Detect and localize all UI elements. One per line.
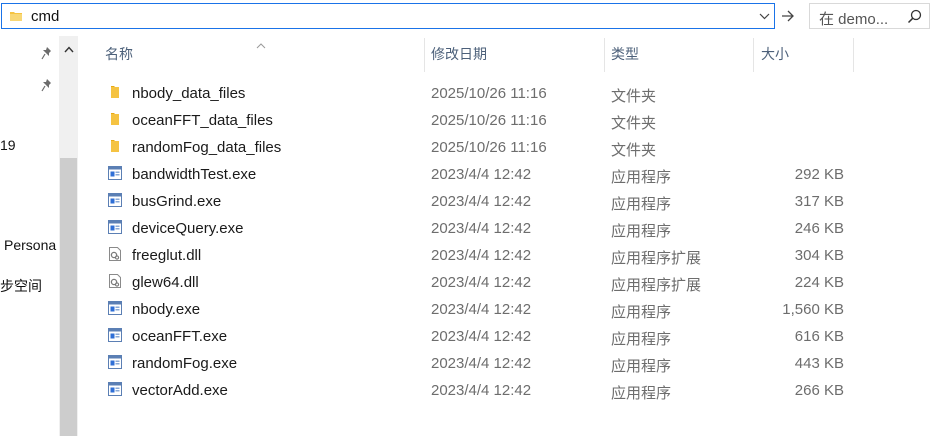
file-size: 317 KB [794, 193, 844, 210]
file-date: 2023/4/4 12:42 [431, 328, 532, 345]
column-header-size[interactable]: 大小 [761, 44, 789, 64]
file-size: 266 KB [794, 382, 844, 399]
exe-icon [107, 354, 123, 375]
file-date: 2023/4/4 12:42 [431, 220, 532, 237]
file-name: busGrind.exe [132, 193, 222, 210]
exe-icon [107, 165, 123, 186]
file-type: 应用程序扩展 [611, 250, 702, 267]
file-type: 应用程序 [611, 196, 672, 213]
scroll-up-button[interactable] [59, 40, 78, 58]
nav-item-partial[interactable]: Persona [4, 237, 56, 253]
exe-icon [107, 381, 123, 402]
file-date: 2023/4/4 12:42 [431, 355, 532, 372]
search-input[interactable]: 在 demo... [819, 8, 888, 29]
file-row[interactable]: oceanFFT_data_files 2025/10/26 11:16 文件夹 [100, 107, 860, 134]
file-row[interactable]: vectorAdd.exe 2023/4/4 12:42 应用程序 266 KB [100, 377, 860, 404]
file-row[interactable]: busGrind.exe 2023/4/4 12:42 应用程序 317 KB [100, 188, 860, 215]
file-row[interactable]: freeglut.dll 2023/4/4 12:42 应用程序扩展 304 K… [100, 242, 860, 269]
exe-icon [107, 300, 123, 321]
arrow-right-icon [782, 10, 794, 22]
file-name: randomFog.exe [132, 355, 238, 372]
file-type: 文件夹 [611, 115, 657, 132]
file-date: 2023/4/4 12:42 [431, 166, 532, 183]
go-button[interactable] [777, 3, 799, 29]
file-name: nbody.exe [132, 301, 201, 318]
file-type: 文件夹 [611, 142, 657, 159]
file-type: 应用程序 [611, 304, 672, 321]
file-date: 2025/10/26 11:16 [431, 139, 547, 156]
file-size: 443 KB [794, 355, 844, 372]
address-bar[interactable]: cmd [1, 3, 775, 29]
file-size: 246 KB [794, 220, 844, 237]
folder-icon [107, 111, 123, 132]
file-size: 224 KB [794, 274, 844, 291]
nav-item-partial[interactable]: 19 [0, 137, 16, 153]
file-date: 2025/10/26 11:16 [431, 85, 547, 102]
file-name: nbody_data_files [132, 85, 246, 102]
file-name: bandwidthTest.exe [132, 166, 257, 183]
pin-icon[interactable] [41, 46, 53, 65]
file-row[interactable]: glew64.dll 2023/4/4 12:42 应用程序扩展 224 KB [100, 269, 860, 296]
file-date: 2023/4/4 12:42 [431, 193, 532, 210]
nav-item-partial[interactable]: 步空间 [0, 276, 42, 296]
file-name: randomFog_data_files [132, 139, 282, 156]
exe-icon [107, 192, 123, 213]
file-name: glew64.dll [132, 274, 199, 291]
address-dropdown-button[interactable] [754, 4, 774, 28]
file-row[interactable]: randomFog.exe 2023/4/4 12:42 应用程序 443 KB [100, 350, 860, 377]
file-size: 304 KB [794, 247, 844, 264]
column-divider[interactable] [753, 38, 754, 72]
search-icon [907, 9, 922, 29]
file-date: 2023/4/4 12:42 [431, 274, 532, 291]
dll-icon [107, 246, 123, 267]
nav-scrollbar[interactable] [59, 36, 78, 436]
file-type: 文件夹 [611, 88, 657, 105]
folder-icon [107, 84, 123, 105]
scroll-thumb[interactable] [60, 158, 77, 436]
column-header-type[interactable]: 类型 [611, 44, 639, 64]
file-row[interactable]: randomFog_data_files 2025/10/26 11:16 文件… [100, 134, 860, 161]
file-size: 1,560 KB [782, 301, 844, 318]
file-date: 2025/10/26 11:16 [431, 112, 547, 129]
folder-icon [9, 9, 23, 28]
file-date: 2023/4/4 12:42 [431, 382, 532, 399]
chevron-up-icon [63, 45, 74, 52]
file-row[interactable]: bandwidthTest.exe 2023/4/4 12:42 应用程序 29… [100, 161, 860, 188]
file-row[interactable]: oceanFFT.exe 2023/4/4 12:42 应用程序 616 KB [100, 323, 860, 350]
file-name: freeglut.dll [132, 247, 202, 264]
folder-icon [107, 138, 123, 159]
file-name: deviceQuery.exe [132, 220, 244, 237]
column-header-date[interactable]: 修改日期 [431, 44, 487, 64]
chevron-down-icon [759, 13, 769, 19]
column-divider[interactable] [424, 38, 425, 72]
sort-ascending-icon [256, 36, 266, 54]
file-type: 应用程序 [611, 331, 672, 348]
file-row[interactable]: deviceQuery.exe 2023/4/4 12:42 应用程序 246 … [100, 215, 860, 242]
column-header-name[interactable]: 名称 [105, 44, 133, 64]
file-size: 616 KB [794, 328, 844, 345]
file-row[interactable]: nbody_data_files 2025/10/26 11:16 文件夹 [100, 80, 860, 107]
file-type: 应用程序 [611, 169, 672, 186]
file-name: oceanFFT.exe [132, 328, 228, 345]
file-type: 应用程序扩展 [611, 277, 702, 294]
file-row[interactable]: nbody.exe 2023/4/4 12:42 应用程序 1,560 KB [100, 296, 860, 323]
file-type: 应用程序 [611, 358, 672, 375]
file-size: 292 KB [794, 166, 844, 183]
file-date: 2023/4/4 12:42 [431, 247, 532, 264]
address-path: cmd [31, 8, 60, 25]
dll-icon [107, 273, 123, 294]
exe-icon [107, 327, 123, 348]
file-name: vectorAdd.exe [132, 382, 228, 399]
file-type: 应用程序 [611, 223, 672, 240]
file-date: 2023/4/4 12:42 [431, 301, 532, 318]
search-box[interactable]: 在 demo... [809, 3, 930, 29]
file-name: oceanFFT_data_files [132, 112, 273, 129]
column-divider[interactable] [853, 38, 854, 72]
column-divider[interactable] [604, 38, 605, 72]
file-type: 应用程序 [611, 385, 672, 402]
exe-icon [107, 219, 123, 240]
pin-icon[interactable] [41, 78, 53, 97]
